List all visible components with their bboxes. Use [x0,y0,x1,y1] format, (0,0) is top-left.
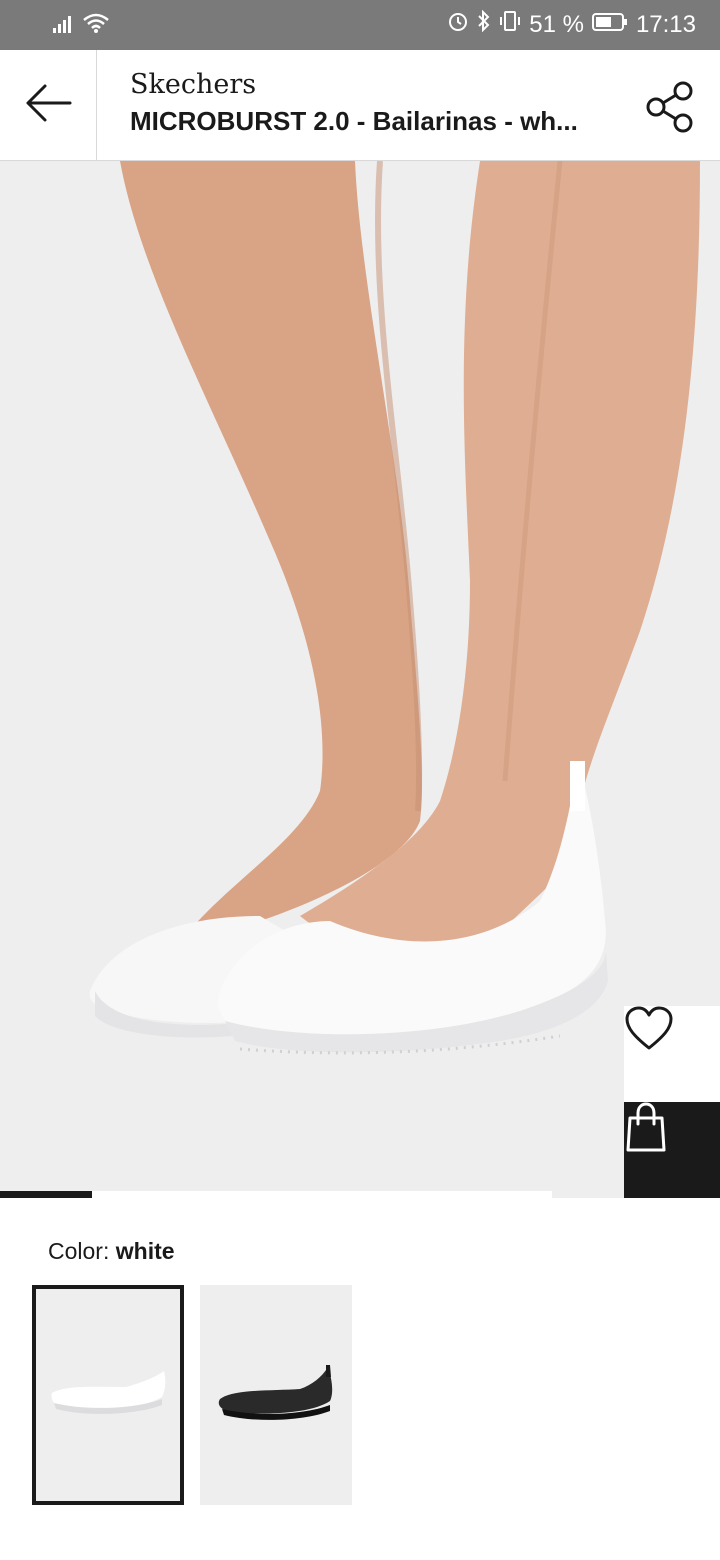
brand-name: Skechers [130,69,257,100]
white-shoe-thumbnail [51,1371,166,1414]
vibrate-icon [499,10,521,39]
status-bar: 51 % 17:13 [0,0,720,50]
color-label-prefix: Color: [48,1238,110,1264]
product-image[interactable] [0,161,720,1198]
alarm-icon [447,10,469,39]
carousel-progress [0,1191,92,1198]
add-to-wishlist-button[interactable] [624,1006,720,1102]
battery-percent: 51 % [529,10,584,38]
product-photo [89,161,700,1055]
color-selector-label: Color: white [48,1238,175,1265]
status-right: 51 % 17:13 [447,9,696,39]
color-swatch-white[interactable] [32,1285,184,1505]
share-button[interactable] [644,80,698,134]
color-swatch-black[interactable] [200,1285,352,1505]
add-to-bag-button[interactable] [624,1102,720,1198]
status-left [52,12,110,39]
share-icon [644,81,698,138]
signal-icon [52,14,74,39]
image-carousel-indicator [0,1191,552,1198]
black-shoe-thumbnail [218,1365,333,1420]
clock-time: 17:13 [635,10,696,38]
header-titles: Skechers MICROBURST 2.0 - Bailarinas - w… [130,68,630,140]
product-header: Skechers MICROBURST 2.0 - Bailarinas - w… [0,50,720,161]
back-button[interactable] [0,50,97,160]
wifi-icon [82,12,110,39]
bluetooth-icon [477,9,491,39]
product-title: MICROBURST 2.0 - Bailarinas - wh... [130,106,578,136]
selected-color-name: white [115,1238,175,1264]
battery-icon [591,11,628,39]
arrow-left-icon [23,83,73,127]
